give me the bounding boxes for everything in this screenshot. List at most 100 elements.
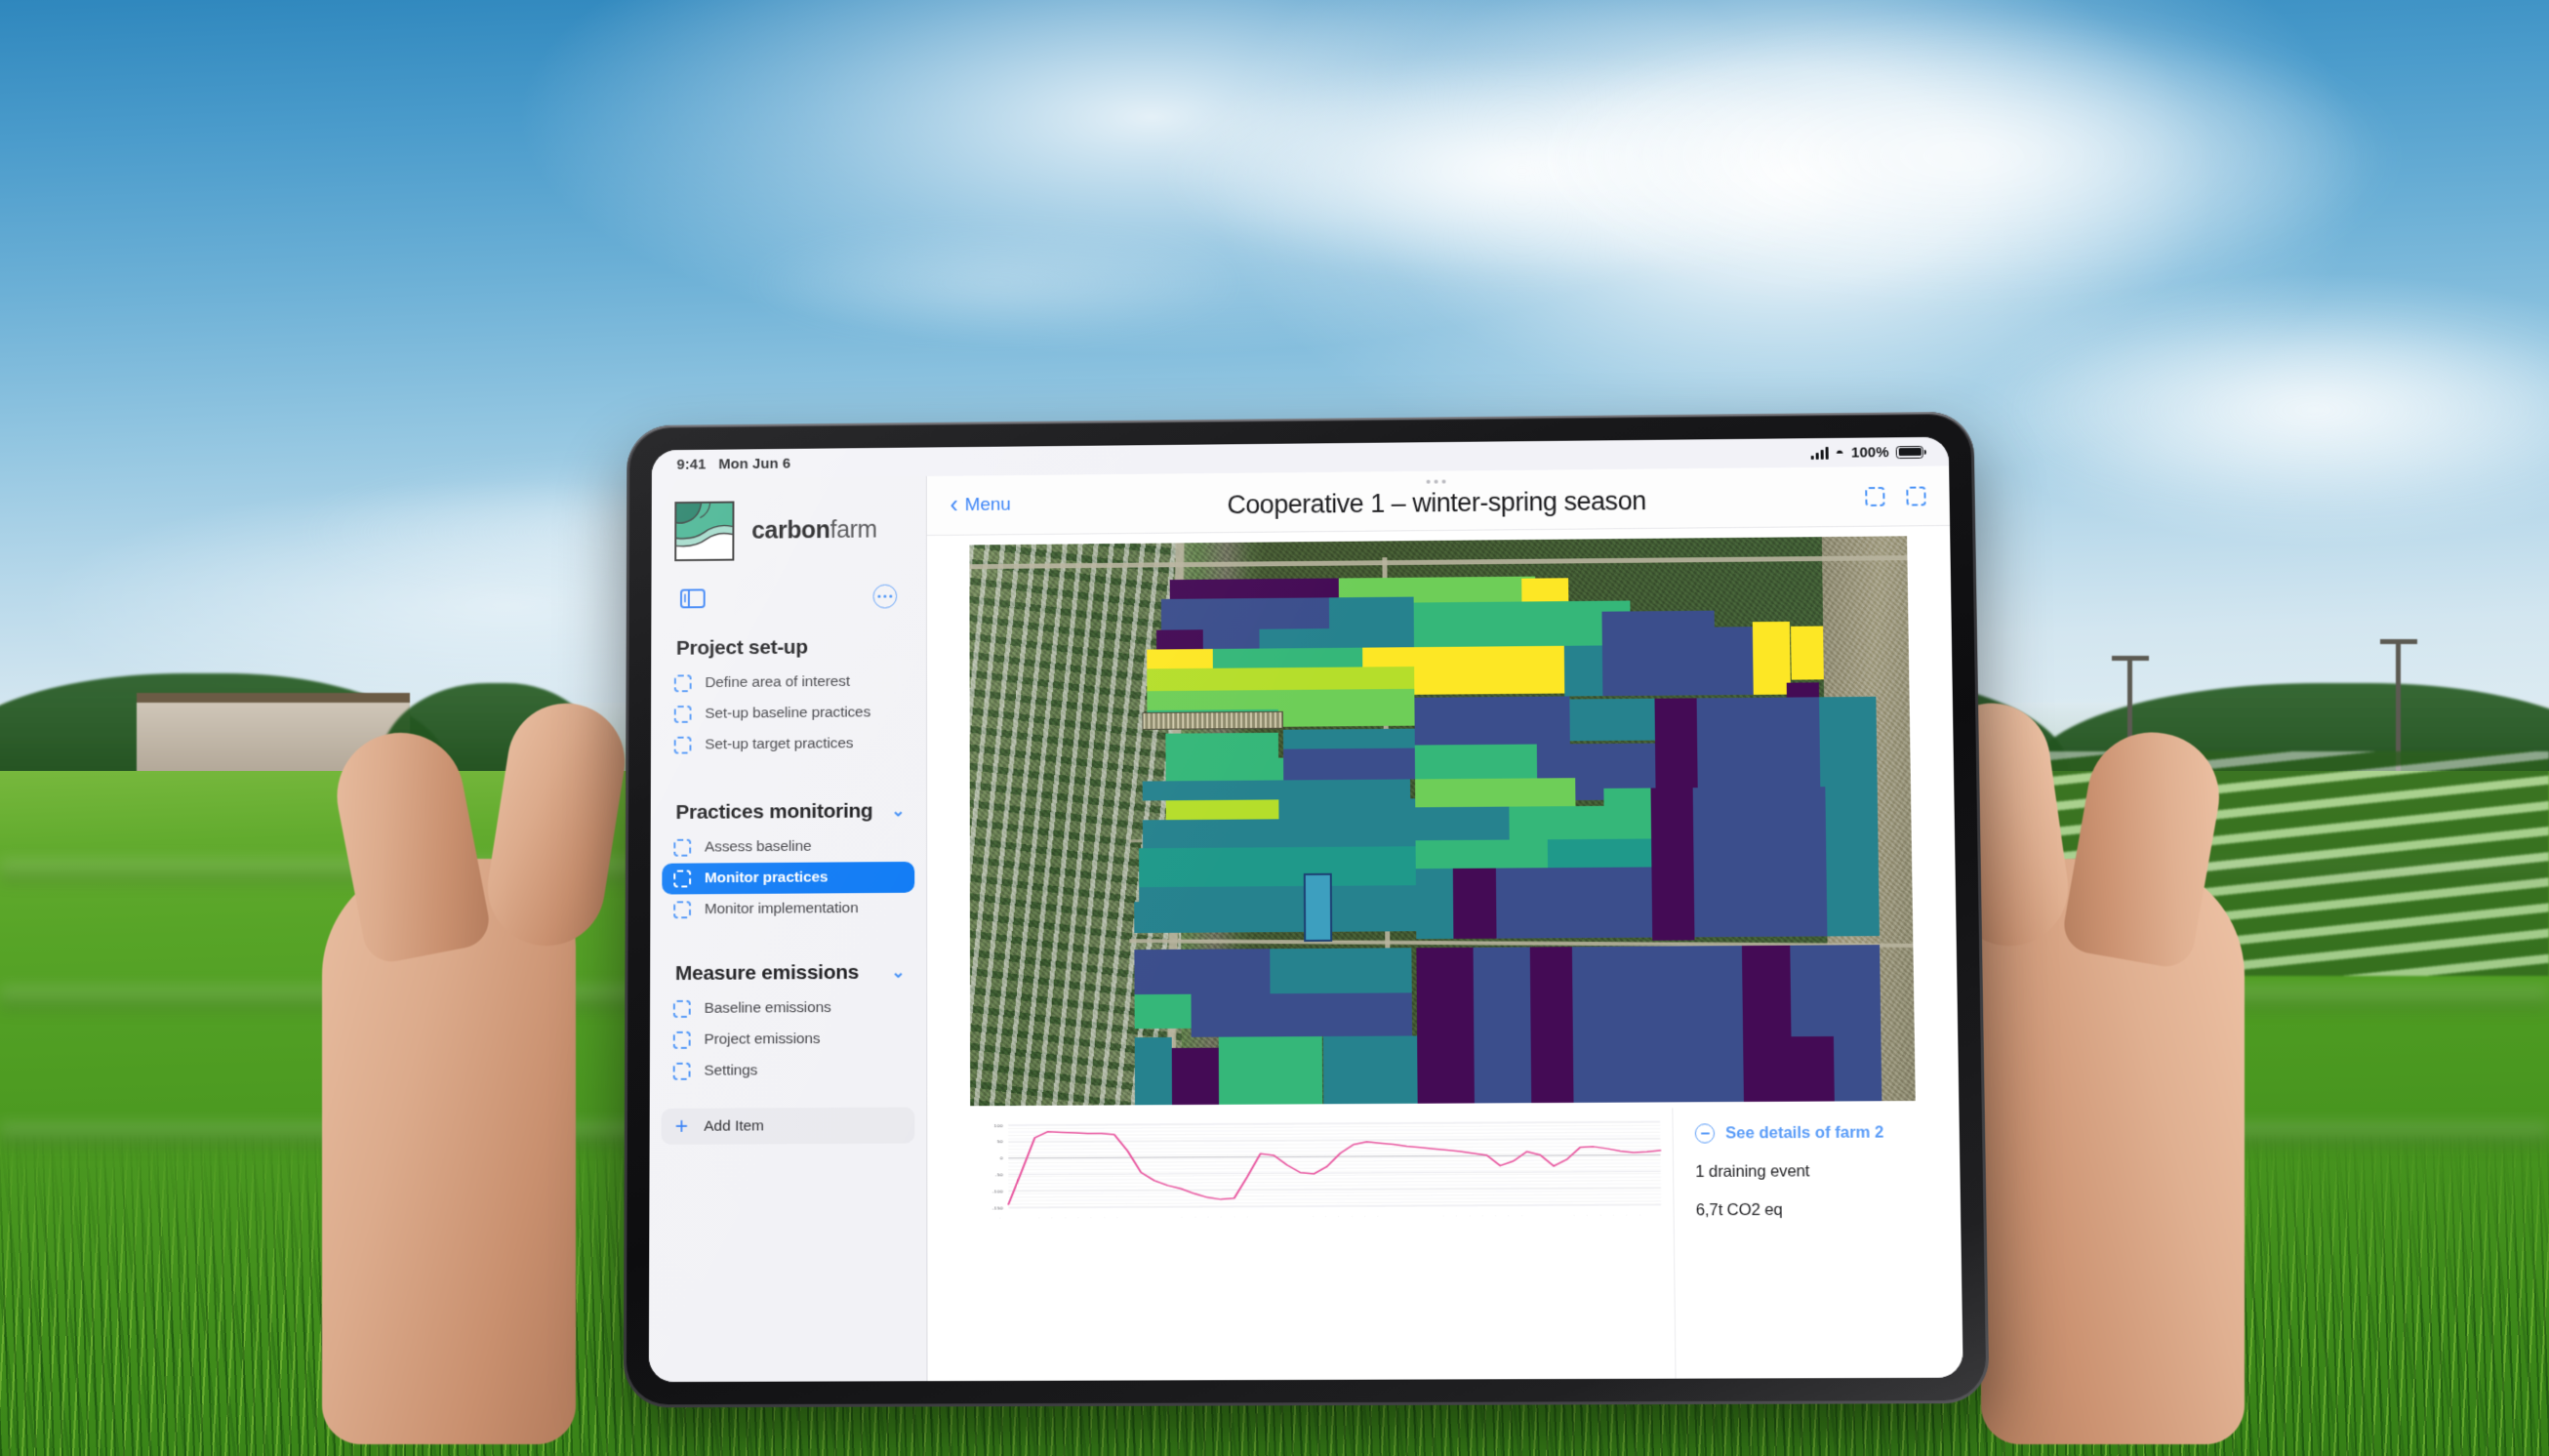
sidebar-item-monitor-practices[interactable]: Monitor practices xyxy=(662,862,914,895)
map-parcel[interactable] xyxy=(1147,689,1414,710)
map-parcel[interactable] xyxy=(1134,1037,1172,1106)
map-parcel[interactable] xyxy=(1548,839,1652,869)
map-parcel[interactable] xyxy=(1271,993,1412,1036)
map-parcel[interactable] xyxy=(1826,787,1879,837)
map-parcel[interactable] xyxy=(1603,789,1651,839)
chart-plot-area: 100500-50-100-150 xyxy=(962,1116,1669,1218)
map-parcel[interactable] xyxy=(1134,994,1191,1029)
main-content: ‹ Menu Cooperative 1 – winter-spring sea… xyxy=(927,465,1963,1381)
map-parcel[interactable] xyxy=(1521,579,1568,601)
map-parcel[interactable] xyxy=(1147,649,1212,669)
map-parcel[interactable] xyxy=(1338,577,1413,597)
map-parcel[interactable] xyxy=(1203,628,1260,649)
map-parcel[interactable] xyxy=(1166,799,1278,820)
map-parcel[interactable] xyxy=(1564,645,1602,696)
map-parcel[interactable] xyxy=(1414,646,1565,695)
map-parcel[interactable] xyxy=(1496,868,1652,939)
map-parcel[interactable] xyxy=(1143,779,1410,800)
map-parcel[interactable] xyxy=(1415,778,1575,807)
map-parcel[interactable] xyxy=(1417,1035,1475,1104)
map-parcel[interactable] xyxy=(1529,947,1573,1103)
map-parcel[interactable] xyxy=(1413,576,1535,602)
map-parcel[interactable] xyxy=(1453,869,1496,940)
map-parcel[interactable] xyxy=(1278,708,1415,726)
section-title-project-setup: Project set-up xyxy=(651,635,926,661)
brand-logo[interactable]: carbonfarm xyxy=(652,476,926,561)
map-parcel[interactable] xyxy=(1329,596,1414,627)
map-parcel[interactable] xyxy=(1790,627,1824,680)
map-parcel[interactable] xyxy=(1414,600,1631,647)
map-parcel[interactable] xyxy=(1322,1035,1417,1104)
map-parcel[interactable] xyxy=(1654,698,1698,789)
drag-handle-icon[interactable] xyxy=(1427,480,1446,484)
map-parcel[interactable] xyxy=(1156,629,1203,649)
map-parcel[interactable] xyxy=(1791,1035,1835,1101)
section-title-practices-monitoring[interactable]: Practices monitoring ⌄ xyxy=(651,799,926,825)
map-parcel[interactable] xyxy=(1271,948,1412,993)
add-item-button[interactable]: + Add Item xyxy=(662,1108,915,1145)
map-parcel[interactable] xyxy=(1283,728,1415,748)
map-parcel[interactable] xyxy=(1170,578,1339,599)
map-parcel[interactable] xyxy=(1697,697,1821,788)
satellite-map[interactable] xyxy=(969,536,1915,1106)
sidebar-item-setup-baseline-practices[interactable]: Set-up baseline practices xyxy=(663,697,914,730)
map-parcel[interactable] xyxy=(1134,949,1271,994)
sidebar-item-label: Define area of interest xyxy=(705,673,850,692)
see-details-link[interactable]: See details of farm 2 xyxy=(1695,1122,1950,1144)
map-parcel[interactable] xyxy=(1742,946,1792,1102)
map-parcel[interactable] xyxy=(1510,805,1604,839)
map-parcel[interactable] xyxy=(1694,871,1828,938)
brand-name-light: farm xyxy=(830,515,877,543)
chevron-down-icon[interactable]: ⌄ xyxy=(891,963,905,983)
map-parcel[interactable] xyxy=(1134,901,1247,933)
sidebar-item-define-area-of-interest[interactable]: Define area of interest xyxy=(663,666,914,699)
map-parcel[interactable] xyxy=(1415,839,1547,869)
sidebar-item-project-emissions[interactable]: Project emissions xyxy=(662,1023,914,1055)
sidebar-item-assess-baseline[interactable]: Assess baseline xyxy=(662,830,914,864)
map-parcel[interactable] xyxy=(1473,948,1531,1104)
map-parcel[interactable] xyxy=(1694,837,1827,872)
map-parcel-selected[interactable] xyxy=(1306,875,1330,941)
map-parcel[interactable] xyxy=(1827,871,1880,937)
water-level-chart[interactable]: 100500-50-100-150 1 Mar 202304 Mar 20230… xyxy=(927,1108,1676,1381)
map-parcel[interactable] xyxy=(1693,787,1826,838)
sidebar-item-setup-target-practices[interactable]: Set-up target practices xyxy=(663,728,914,761)
sidebar-item-monitor-implementation[interactable]: Monitor implementation xyxy=(662,893,914,926)
back-to-menu-button[interactable]: ‹ Menu xyxy=(951,494,1011,516)
map-parcel[interactable] xyxy=(1572,946,1745,1103)
dashed-square-icon[interactable] xyxy=(1906,486,1925,506)
map-parcel[interactable] xyxy=(1834,1035,1882,1101)
more-circle-icon[interactable] xyxy=(873,585,898,609)
map-parcel[interactable] xyxy=(1147,667,1414,691)
map-parcel[interactable] xyxy=(1715,627,1754,695)
map-parcel[interactable] xyxy=(1790,945,1881,1036)
map-parcel[interactable] xyxy=(1826,837,1879,871)
map-parcel[interactable] xyxy=(1219,1036,1323,1105)
map-parcel[interactable] xyxy=(1278,798,1415,819)
map-parcel[interactable] xyxy=(1166,757,1283,781)
map-parcel[interactable] xyxy=(1569,698,1654,741)
map-parcel[interactable] xyxy=(1601,611,1716,696)
map-parcel[interactable] xyxy=(1191,994,1271,1037)
map-parcel[interactable] xyxy=(1819,697,1877,788)
map-parcel[interactable] xyxy=(1650,788,1694,940)
map-parcel[interactable] xyxy=(1415,745,1538,780)
map-parcel[interactable] xyxy=(1166,732,1278,758)
dashed-square-icon xyxy=(673,1000,691,1018)
sidebar-item-settings[interactable]: Settings xyxy=(662,1054,915,1086)
section-title-measure-emissions[interactable]: Measure emissions ⌄ xyxy=(650,960,926,986)
map-parcel[interactable] xyxy=(1143,818,1415,848)
map-parcel[interactable] xyxy=(1414,696,1569,745)
map-parcel[interactable] xyxy=(1415,806,1510,840)
dashed-square-icon xyxy=(673,839,691,857)
map-parcel[interactable] xyxy=(1283,748,1415,780)
map-parcel[interactable] xyxy=(1139,846,1416,887)
sidebar-item-baseline-emissions[interactable]: Baseline emissions xyxy=(662,991,914,1025)
dashed-square-icon[interactable] xyxy=(1865,486,1884,506)
sidebar-toggle-icon[interactable] xyxy=(680,588,706,608)
map-parcel[interactable] xyxy=(1416,869,1454,940)
map-parcel[interactable] xyxy=(1160,597,1329,629)
chevron-down-icon[interactable]: ⌄ xyxy=(891,801,905,821)
map-parcel[interactable] xyxy=(1416,948,1474,1038)
map-parcel[interactable] xyxy=(1172,1048,1219,1105)
